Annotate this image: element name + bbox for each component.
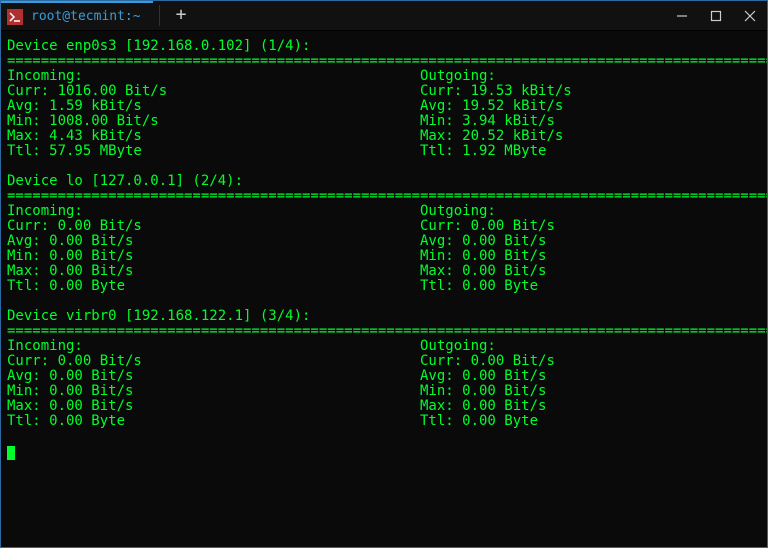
stat-min: Min: 0.00 Bit/s Min: 0.00 Bit/s — [7, 249, 761, 264]
stat-ttl: Ttl: 0.00 Byte Ttl: 0.00 Byte — [7, 414, 761, 429]
device-header: Device lo [127.0.0.1] (2/4): — [7, 174, 761, 189]
stat-max: Max: 0.00 Bit/s Max: 0.00 Bit/s — [7, 264, 761, 279]
section-headers: Incoming: Outgoing: — [7, 339, 761, 354]
tab-separator — [159, 5, 160, 25]
tab-active[interactable]: root@tecmint:~ — [1, 1, 153, 30]
maximize-icon — [710, 10, 722, 22]
blank — [7, 429, 761, 444]
blank — [7, 294, 761, 309]
window-controls — [665, 1, 767, 31]
stat-ttl: Ttl: 0.00 Byte Ttl: 0.00 Byte — [7, 279, 761, 294]
new-tab-button[interactable]: + — [166, 6, 197, 25]
section-headers: Incoming: Outgoing: — [7, 204, 761, 219]
maximize-button[interactable] — [699, 1, 733, 31]
minimize-icon — [676, 10, 688, 22]
stat-avg: Avg: 1.59 kBit/s Avg: 19.52 kBit/s — [7, 99, 761, 114]
tab-title: root@tecmint:~ — [31, 10, 141, 24]
stat-avg: Avg: 0.00 Bit/s Avg: 0.00 Bit/s — [7, 369, 761, 384]
blank — [7, 159, 761, 174]
device-header: Device virbr0 [192.168.122.1] (3/4): — [7, 309, 761, 324]
stat-min: Min: 0.00 Bit/s Min: 0.00 Bit/s — [7, 384, 761, 399]
stat-curr: Curr: 0.00 Bit/s Curr: 0.00 Bit/s — [7, 354, 761, 369]
close-icon — [744, 10, 756, 22]
section-headers: Incoming: Outgoing: — [7, 69, 761, 84]
hr: ========================================… — [7, 189, 761, 204]
minimize-button[interactable] — [665, 1, 699, 31]
titlebar: root@tecmint:~ + — [1, 1, 767, 31]
stat-max: Max: 4.43 kBit/s Max: 20.52 kBit/s — [7, 129, 761, 144]
stat-curr: Curr: 1016.00 Bit/s Curr: 19.53 kBit/s — [7, 84, 761, 99]
stat-min: Min: 1008.00 Bit/s Min: 3.94 kBit/s — [7, 114, 761, 129]
stat-avg: Avg: 0.00 Bit/s Avg: 0.00 Bit/s — [7, 234, 761, 249]
hr: ========================================… — [7, 54, 761, 69]
terminal-icon — [7, 9, 23, 25]
device-header: Device enp0s3 [192.168.0.102] (1/4): — [7, 39, 761, 54]
stat-max: Max: 0.00 Bit/s Max: 0.00 Bit/s — [7, 399, 761, 414]
stat-ttl: Ttl: 57.95 MByte Ttl: 1.92 MByte — [7, 144, 761, 159]
stat-curr: Curr: 0.00 Bit/s Curr: 0.00 Bit/s — [7, 219, 761, 234]
cursor — [7, 446, 15, 460]
terminal-viewport[interactable]: Device enp0s3 [192.168.0.102] (1/4):====… — [1, 31, 767, 547]
hr: ========================================… — [7, 324, 761, 339]
terminal-window: root@tecmint:~ + Device enp0s3 [192.168.… — [0, 0, 768, 548]
close-button[interactable] — [733, 1, 767, 31]
